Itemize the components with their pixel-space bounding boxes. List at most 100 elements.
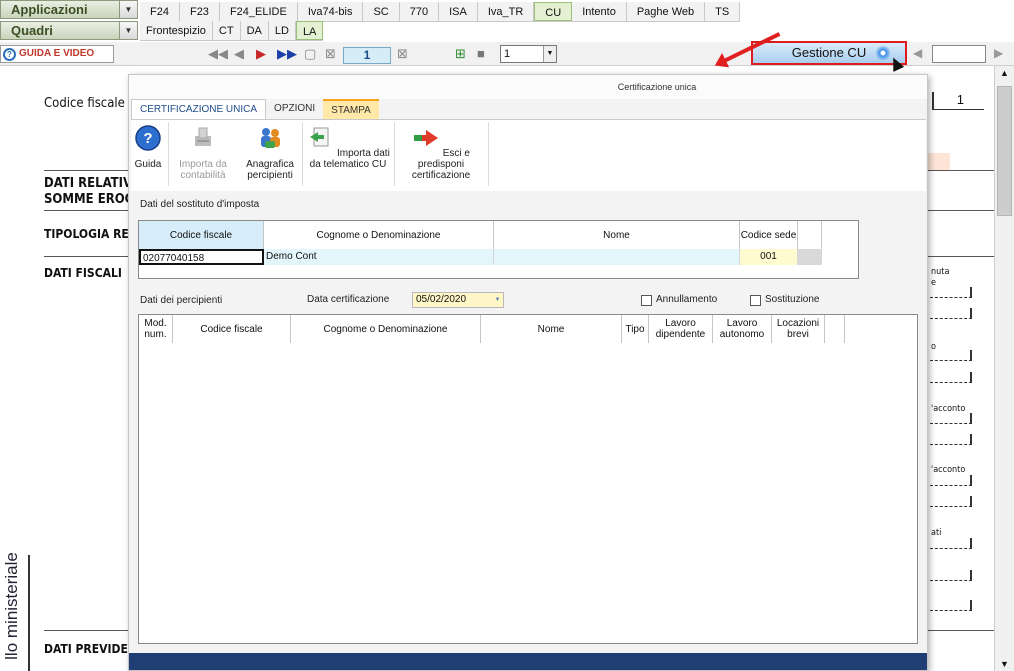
prev-nav-icon[interactable]: ◀: [913, 46, 922, 60]
quadro-tab-ct[interactable]: CT: [213, 21, 241, 40]
sostituto-label: Dati del sostituto d'imposta: [140, 199, 260, 210]
tab-paghe-web[interactable]: Paghe Web: [627, 2, 706, 21]
col-codice-fiscale[interactable]: Codice fiscale: [139, 221, 264, 249]
col-lavoro-dipendente[interactable]: Lavoro dipendente: [649, 315, 713, 343]
sostituzione-checkbox[interactable]: [750, 295, 761, 306]
first-page-icon[interactable]: ◀◀: [208, 47, 228, 61]
data-certificazione-input[interactable]: 05/02/2020 ▼: [412, 292, 504, 308]
sostituto-codice-sede-cell[interactable]: 001: [740, 249, 798, 265]
chevron-down-icon: ▼: [494, 297, 501, 303]
quadri-label: Quadri: [11, 23, 53, 38]
quadro-tab-da[interactable]: DA: [241, 21, 269, 40]
amount-field[interactable]: [930, 475, 972, 486]
col-nome[interactable]: Nome: [494, 221, 740, 249]
guida-video-label: GUIDA E VIDEO: [19, 48, 95, 59]
col-mod-num[interactable]: Mod. num.: [139, 315, 173, 343]
quadri-menu[interactable]: Quadri ▼: [0, 21, 138, 40]
next-page-icon[interactable]: ▶: [256, 47, 266, 61]
stop-icon[interactable]: ■: [477, 47, 485, 61]
sostituzione-label: Sostituzione: [765, 294, 820, 305]
amount-field[interactable]: [930, 287, 972, 298]
esci-predisponi-button[interactable]: Esci e predisponi certificazione: [397, 124, 485, 181]
svg-text:?: ?: [143, 130, 152, 147]
tab-stampa[interactable]: STAMPA: [323, 99, 379, 119]
tab-cu[interactable]: CU: [534, 2, 573, 21]
module-select-value: 1: [504, 48, 511, 60]
vertical-scrollbar[interactable]: ▲ ▼: [994, 66, 1014, 671]
tab-ts[interactable]: TS: [705, 2, 741, 21]
amount-field[interactable]: [930, 350, 972, 361]
data-certificazione-value: 05/02/2020: [416, 294, 467, 305]
dati-fiscali-heading: DATI FISCALI: [44, 266, 122, 280]
last-page-icon[interactable]: ▶▶: [277, 47, 297, 61]
amount-field[interactable]: [930, 434, 972, 445]
col-codice-sede[interactable]: Codice sede: [740, 221, 798, 249]
importa-contabilita-button[interactable]: Importa da contabilità: [171, 124, 235, 181]
add-module-icon[interactable]: ⊞: [455, 47, 466, 61]
anagrafica-percipienti-button[interactable]: Anagrafica percipienti: [241, 124, 299, 181]
tab-opzioni[interactable]: OPZIONI: [266, 99, 323, 119]
tab-intento[interactable]: Intento: [572, 2, 627, 21]
right-label: 'acconto: [931, 465, 966, 475]
amount-field[interactable]: [930, 372, 972, 383]
col-nome[interactable]: Nome: [481, 315, 622, 343]
applicazioni-dropdown-icon[interactable]: ▼: [119, 1, 137, 18]
quadro-tab-frontespizio[interactable]: Frontespizio: [140, 21, 213, 40]
amount-field[interactable]: [930, 570, 972, 581]
tab-certificazione-unica[interactable]: CERTIFICAZIONE UNICA: [131, 99, 267, 119]
tab-sc[interactable]: SC: [363, 2, 400, 21]
percipienti-label: Dati dei percipienti: [140, 295, 223, 306]
sostituto-extra-cell: [798, 249, 822, 265]
scroll-up-icon[interactable]: ▲: [1000, 68, 1009, 78]
col-tipo[interactable]: Tipo: [622, 315, 649, 343]
tab-iva74-bis[interactable]: Iva74-bis: [298, 2, 364, 21]
right-page-input[interactable]: [932, 45, 986, 63]
col-locazioni-brevi[interactable]: Locazioni brevi: [772, 315, 825, 343]
tab-770[interactable]: 770: [400, 2, 440, 21]
sostituto-cognome-cell[interactable]: Demo Cont: [264, 249, 494, 265]
annullamento-label: Annullamento: [656, 294, 718, 305]
percipienti-grid[interactable]: Mod. num. Codice fiscale Cognome o Denom…: [138, 314, 918, 644]
quadro-tab-la[interactable]: LA: [295, 21, 324, 40]
col-cognome[interactable]: Cognome o Denominazione: [264, 221, 494, 249]
delete-module-icon[interactable]: ⊠: [397, 47, 408, 61]
delete-page-icon[interactable]: ⊠: [325, 47, 336, 61]
amount-field[interactable]: [930, 413, 972, 424]
tab-f23[interactable]: F23: [180, 2, 220, 21]
importa-telematico-button[interactable]: Importa dati da telematico CU: [305, 124, 391, 170]
scroll-down-icon[interactable]: ▼: [1000, 659, 1009, 669]
vertical-rule: [28, 555, 30, 671]
sostituto-codice-fiscale-cell[interactable]: 02077040158: [139, 249, 264, 265]
next-nav-icon[interactable]: ▶: [994, 46, 1003, 60]
amount-field[interactable]: [930, 308, 972, 319]
sostituto-nome-cell[interactable]: [494, 249, 740, 265]
col-cognome[interactable]: Cognome o Denominazione: [291, 315, 481, 343]
applicazioni-menu[interactable]: Applicazioni ▼: [0, 0, 138, 19]
tipologia-label: TIPOLOGIA RED: [44, 227, 138, 241]
new-page-icon[interactable]: ▢: [304, 47, 316, 61]
guida-video-button[interactable]: ? GUIDA E VIDEO: [0, 45, 114, 63]
amount-field[interactable]: [930, 538, 972, 549]
tab-iva-tr[interactable]: Iva_TR: [478, 2, 535, 21]
prev-page-icon[interactable]: ◀: [234, 47, 244, 61]
quadri-dropdown-icon[interactable]: ▼: [119, 22, 137, 39]
quadri-tabbar: Frontespizio CT DA LD LA: [140, 21, 324, 41]
tab-f24-elide[interactable]: F24_ELIDE: [220, 2, 298, 21]
module-select[interactable]: 1 ▼: [500, 45, 557, 63]
ribbon-separator: [488, 122, 489, 186]
scrollbar-thumb[interactable]: [997, 86, 1012, 216]
data-certificazione-label: Data certificazione: [307, 294, 390, 305]
tab-f24[interactable]: F24: [140, 2, 180, 21]
col-lavoro-autonomo[interactable]: Lavoro autonomo: [713, 315, 772, 343]
quadro-tab-ld[interactable]: LD: [269, 21, 296, 40]
amount-field[interactable]: [930, 496, 972, 507]
tab-isa[interactable]: ISA: [439, 2, 478, 21]
col-codice-fiscale[interactable]: Codice fiscale: [173, 315, 291, 343]
page-number-input[interactable]: 1: [343, 47, 391, 64]
guida-button[interactable]: ? Guida: [131, 124, 165, 170]
amount-field[interactable]: [930, 600, 972, 611]
col-extra: [825, 315, 845, 343]
annullamento-checkbox[interactable]: [641, 295, 652, 306]
people-icon: [261, 128, 280, 148]
ribbon-separator: [168, 122, 169, 186]
